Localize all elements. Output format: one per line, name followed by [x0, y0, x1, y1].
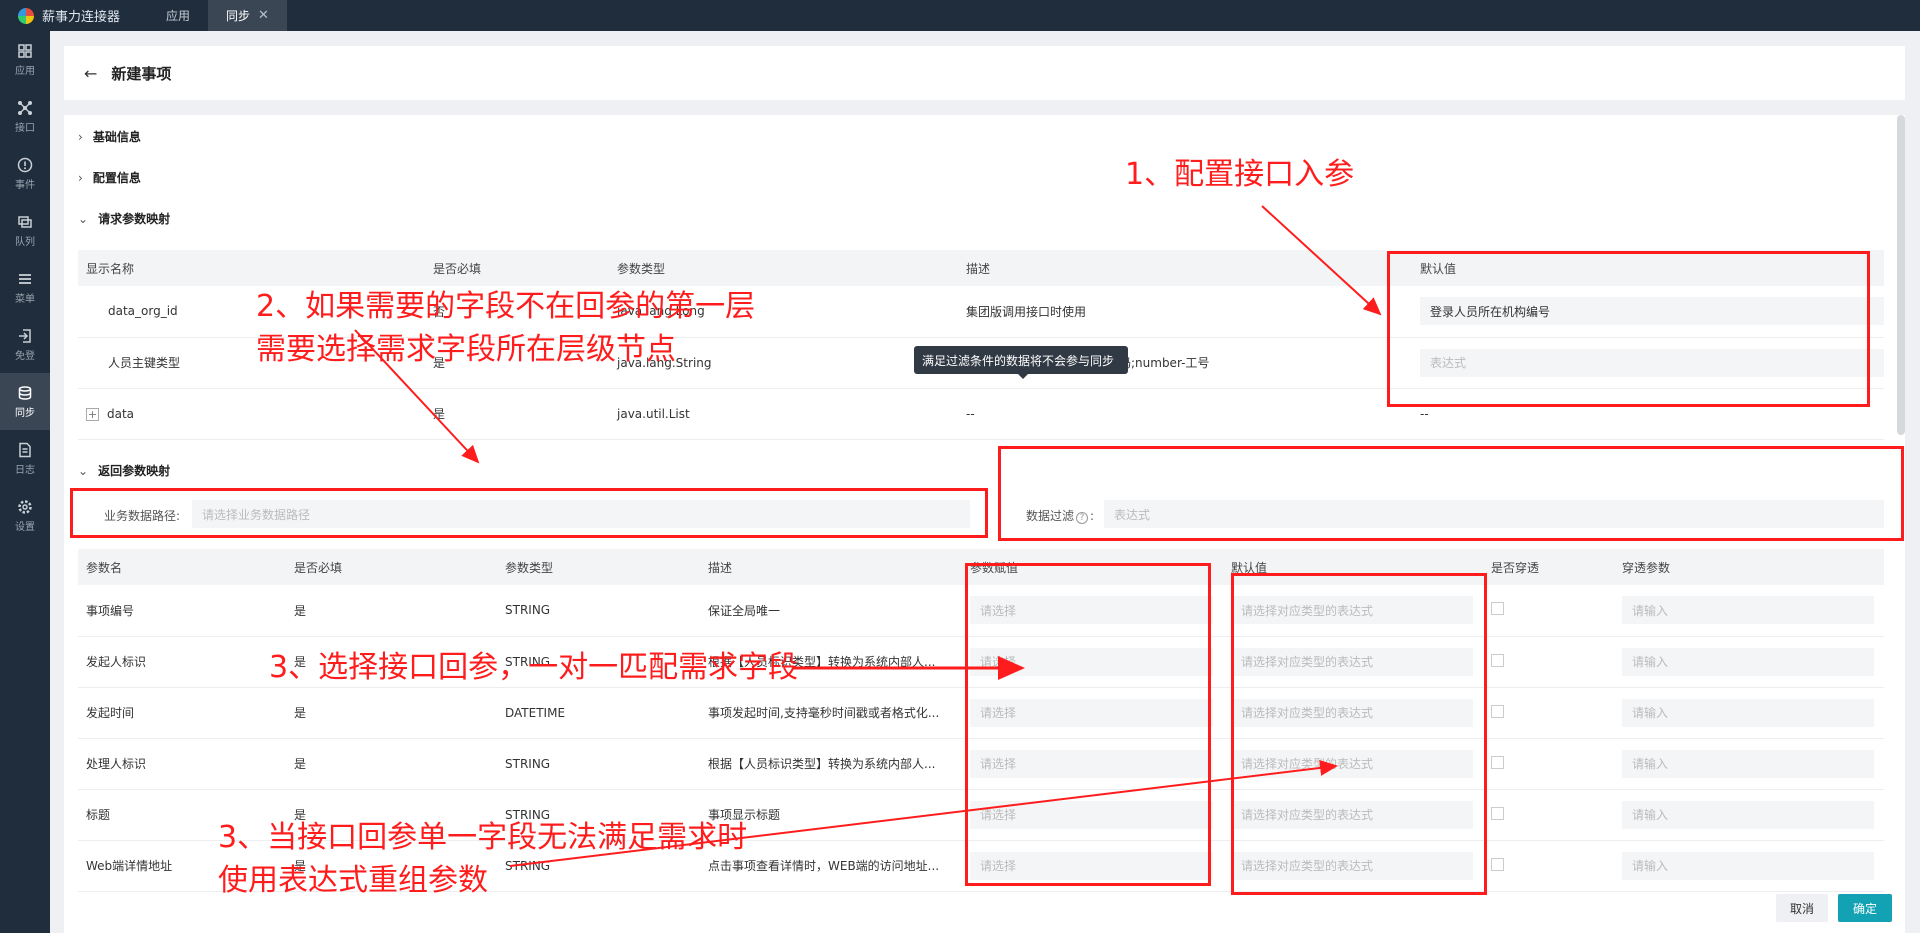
annotation-text-4a: 3、当接口回参单一字段无法满足需求时 — [218, 820, 748, 855]
annotation-text-3: 3、选择接口回参，一对一匹配需求字段 — [269, 650, 799, 685]
annotation-text-2a: 2、如果需要的字段不在回参的第一层 — [256, 289, 756, 324]
annotation-arrows — [354, 205, 1382, 867]
annotation-text-1: 1、配置接口入参 — [1125, 157, 1355, 192]
annotation-text-4b: 使用表达式重组参数 — [218, 863, 488, 898]
annotation-text-2b: 需要选择需求字段所在层级节点 — [256, 332, 676, 367]
arrow-1 — [1261, 205, 1382, 316]
